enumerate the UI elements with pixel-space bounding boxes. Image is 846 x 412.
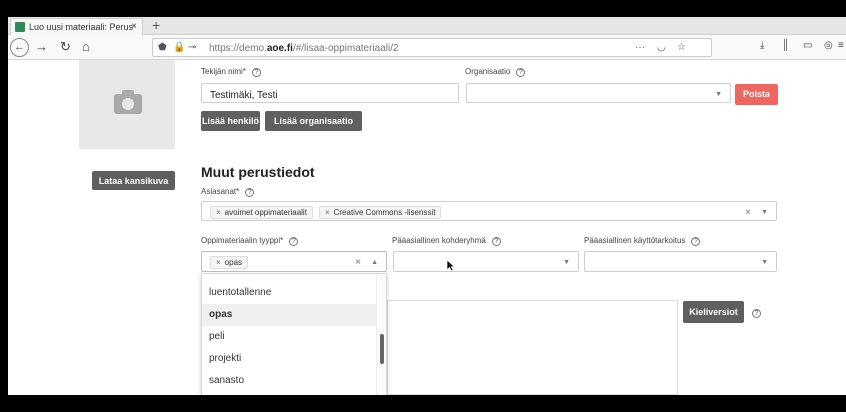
- help-icon[interactable]: ?: [516, 68, 526, 77]
- screen: Luo uusi materiaali: Perus × + ← → ↻ ⌂ ⬟…: [0, 0, 846, 412]
- author-name-input[interactable]: Testimäki, Testi: [201, 83, 459, 103]
- clear-keywords-icon[interactable]: ×: [745, 207, 751, 218]
- tab-title: Luo uusi materiaali: Perus: [29, 22, 134, 32]
- library-icon[interactable]: ║: [782, 40, 789, 51]
- url-domain: aoe.fi: [266, 43, 293, 54]
- remove-type-icon[interactable]: ×: [216, 258, 221, 267]
- add-organisation-button[interactable]: Lisää organisaatio: [265, 111, 362, 131]
- tab-bar: Luo uusi materiaali: Perus × +: [8, 17, 846, 35]
- reload-icon[interactable]: ↻: [60, 38, 71, 56]
- extensions-icon[interactable]: ◎: [824, 40, 833, 51]
- sidebar-icon[interactable]: ▭: [803, 40, 812, 51]
- help-icon[interactable]: ?: [245, 188, 255, 197]
- more-icon[interactable]: ···: [635, 42, 645, 53]
- dropdown-option-peli[interactable]: peli: [202, 326, 378, 348]
- scrollbar-thumb[interactable]: [380, 334, 384, 364]
- pocket-icon[interactable]: ◡: [657, 42, 666, 53]
- dropdown-option-kuva[interactable]: kuva: [202, 274, 378, 282]
- back-button[interactable]: ←: [10, 38, 29, 57]
- shield-icon: ⬟: [158, 42, 167, 53]
- page-content: Lataa kansikuva Tekijän nimi*? Organisaa…: [8, 60, 846, 395]
- lock-icon: 🔒: [173, 42, 186, 53]
- chevron-up-icon: ▲: [371, 259, 378, 266]
- language-versions-button[interactable]: Kieliversiot: [683, 301, 744, 323]
- target-group-label-text: Pääasiallinen kohderyhmä: [392, 236, 486, 245]
- download-icon[interactable]: ⤓: [760, 40, 764, 51]
- help-icon[interactable]: ?: [289, 237, 299, 246]
- remove-keyword-icon[interactable]: ×: [216, 208, 221, 217]
- dropdown-option-luentotallenne[interactable]: luentotallenne: [202, 282, 378, 304]
- target-group-select[interactable]: ▼: [393, 251, 579, 272]
- url-prefix: https://demo.: [209, 43, 267, 54]
- help-icon[interactable]: ?: [251, 68, 261, 77]
- dropdown-option-simulaatio[interactable]: simulaatio: [202, 392, 378, 395]
- organisation-select[interactable]: ▼: [466, 83, 731, 103]
- tab-luo-uusi-materiaali[interactable]: Luo uusi materiaali: Perus ×: [10, 18, 143, 35]
- clear-type-icon[interactable]: ×: [355, 257, 361, 268]
- site-favicon-icon: [15, 22, 25, 32]
- organisation-label-text: Organisaatio: [465, 67, 511, 76]
- browser-window: Luo uusi materiaali: Perus × + ← → ↻ ⌂ ⬟…: [8, 17, 846, 395]
- purpose-select[interactable]: ▼: [584, 251, 777, 272]
- keywords-label: Asiasanat*?: [201, 187, 255, 197]
- target-group-label: Pääasiallinen kohderyhmä?: [392, 236, 501, 246]
- help-icon[interactable]: ?: [491, 237, 501, 246]
- help-icon[interactable]: ?: [691, 237, 701, 246]
- keyword-text: avoimet oppimateriaalit: [224, 208, 307, 217]
- author-label: Tekijän nimi*?: [201, 67, 261, 77]
- url-path: /#/lisaa-oppimateriaali/2: [292, 43, 399, 54]
- chevron-down-icon: ▼: [715, 91, 722, 98]
- keyword-chip: × avoimet oppimateriaalit: [210, 206, 313, 219]
- chevron-down-icon: ▼: [563, 259, 570, 266]
- add-person-button[interactable]: Lisää henkilö: [201, 111, 260, 131]
- camera-icon: [114, 90, 142, 114]
- new-tab-button[interactable]: +: [152, 17, 160, 33]
- remove-keyword-icon[interactable]: ×: [325, 208, 330, 217]
- keywords-label-text: Asiasanat*: [201, 187, 240, 196]
- keywords-select[interactable]: × avoimet oppimateriaalit × Creative Common…: [201, 201, 777, 221]
- help-icon[interactable]: ?: [752, 309, 761, 318]
- dropdown-option-opas[interactable]: opas: [202, 304, 378, 326]
- chevron-down-icon: ▼: [761, 209, 768, 216]
- author-label-text: Tekijän nimi*: [201, 67, 246, 76]
- cover-image-placeholder: [79, 60, 175, 149]
- bookmark-star-icon[interactable]: ☆: [677, 42, 686, 53]
- selected-type-chip: × opas: [210, 256, 249, 269]
- material-type-dropdown: kuva luentotallenne opas peli projekti s…: [201, 273, 387, 395]
- dropdown-option-projekti[interactable]: projekti: [202, 348, 378, 370]
- navigation-bar: ← → ↻ ⌂ ⬟ 🔒 ⊸ https://demo.aoe.fi/#/lisa…: [8, 35, 846, 60]
- address-bar[interactable]: ⬟ 🔒 ⊸ https://demo.aoe.fi/#/lisaa-oppima…: [152, 38, 712, 57]
- key-icon: ⊸: [188, 42, 197, 53]
- close-tab-icon[interactable]: ×: [131, 21, 137, 32]
- menu-icon[interactable]: ≡: [838, 40, 844, 51]
- url-text[interactable]: https://demo.aoe.fi/#/lisaa-oppimateriaa…: [209, 43, 399, 54]
- material-type-select[interactable]: × opas × ▲: [201, 251, 387, 272]
- section-title: Muut perustiedot: [201, 164, 315, 180]
- mouse-pointer-icon: [446, 259, 456, 272]
- selected-type-text: opas: [224, 258, 243, 267]
- home-icon[interactable]: ⌂: [82, 38, 90, 56]
- material-type-label-text: Oppimateriaalin tyyppi*: [201, 236, 284, 245]
- material-type-label: Oppimateriaalin tyyppi*?: [201, 236, 299, 246]
- chevron-down-icon: ▼: [761, 259, 768, 266]
- dropdown-scrollbar[interactable]: [376, 274, 386, 395]
- description-textarea[interactable]: [387, 300, 678, 395]
- keyword-text: Creative Commons -lisenssit: [333, 208, 436, 217]
- purpose-label-text: Pääasiallinen käyttötarkoitus: [584, 236, 686, 245]
- keyword-chip: × Creative Commons -lisenssit: [318, 206, 442, 219]
- purpose-label: Pääasiallinen käyttötarkoitus?: [584, 236, 701, 246]
- upload-cover-button[interactable]: Lataa kansikuva: [92, 171, 175, 190]
- forward-button[interactable]: →: [35, 38, 48, 56]
- remove-author-button[interactable]: Poista: [735, 84, 778, 105]
- organisation-label: Organisaatio?: [465, 67, 526, 77]
- dropdown-option-sanasto[interactable]: sanasto: [202, 370, 378, 392]
